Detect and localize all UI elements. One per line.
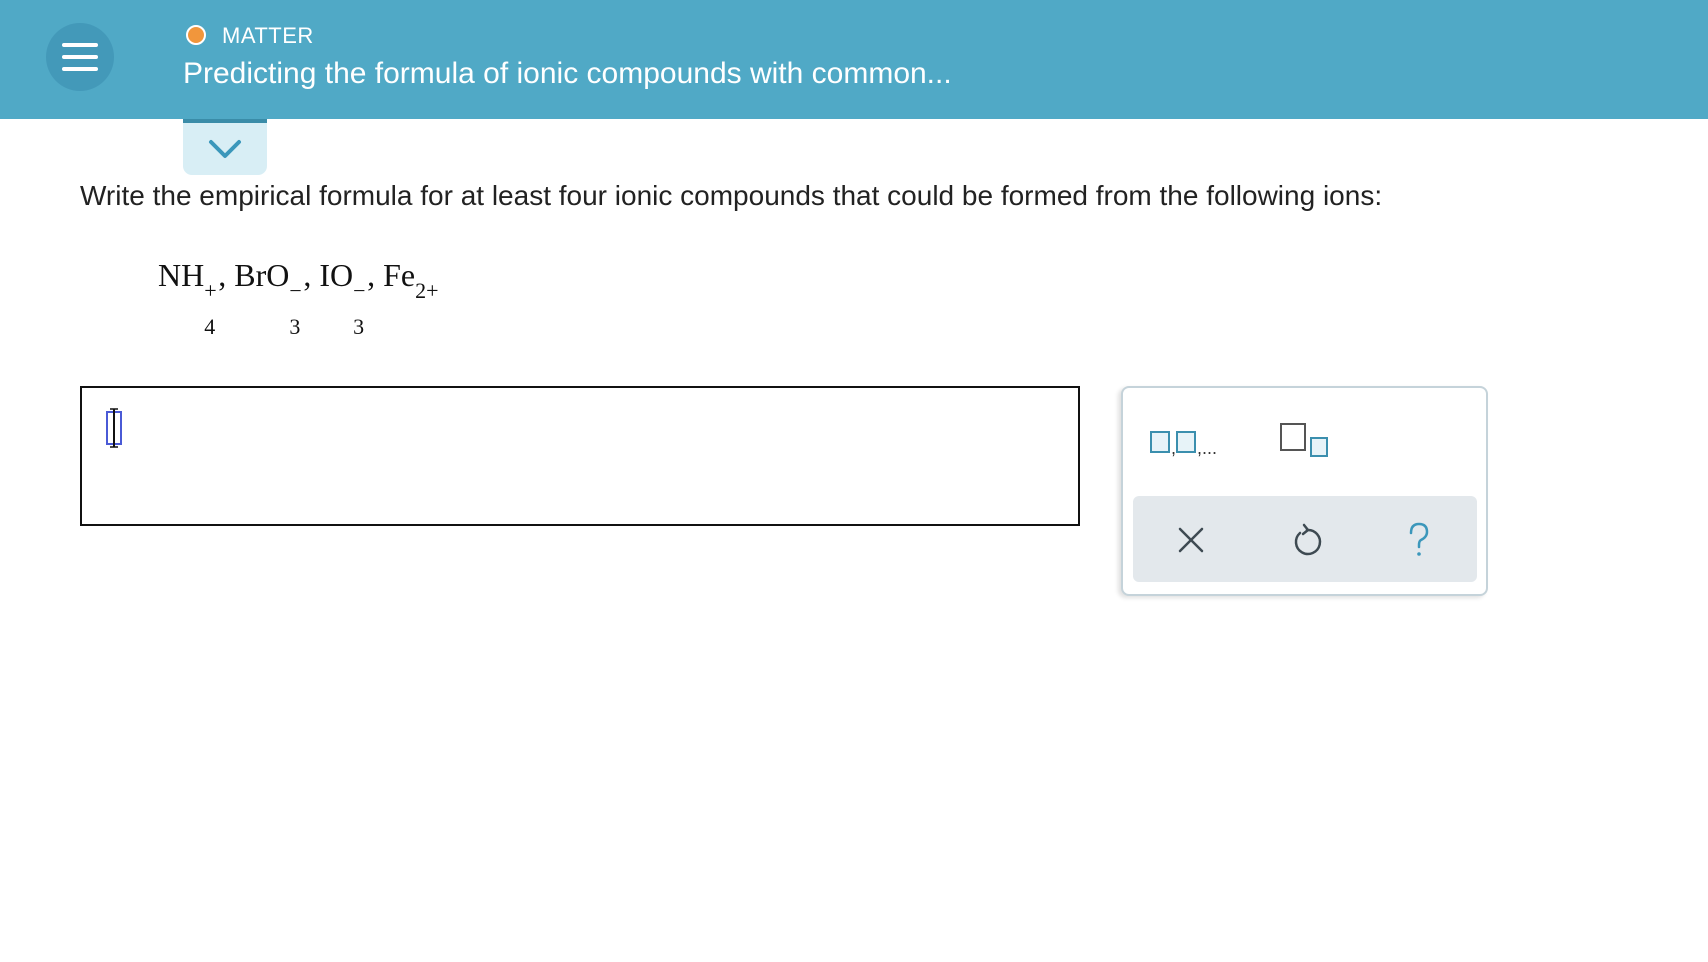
- question-prompt: Write the empirical formula for at least…: [80, 180, 1383, 211]
- ion-separator: ,: [367, 257, 376, 293]
- ion-iron: Fe 2+: [383, 240, 449, 310]
- action-bar: [1133, 496, 1477, 582]
- ion-bromate: BrO −3: [234, 240, 303, 339]
- ion-base: Fe: [383, 257, 416, 293]
- help-button[interactable]: [1397, 518, 1441, 562]
- hamburger-icon-bar: [62, 55, 98, 59]
- page-title: Predicting the formula of ionic compound…: [183, 57, 952, 90]
- undo-button[interactable]: [1285, 518, 1329, 562]
- text-cursor-icon: [106, 408, 122, 448]
- comma-list-icon: , ,...: [1150, 431, 1217, 458]
- undo-icon: [1294, 523, 1322, 556]
- ion-subscript: 3: [289, 314, 301, 339]
- svg-text:,...: ,...: [1197, 438, 1217, 458]
- ion-list: NH +4, BrO −3, IO −3, Fe 2+: [158, 240, 449, 339]
- superscript-button[interactable]: [1279, 420, 1335, 460]
- hamburger-icon: [62, 43, 98, 47]
- ion-base: NH: [158, 257, 205, 293]
- ion-base: BrO: [234, 257, 290, 293]
- topic-category: MATTER: [222, 23, 314, 48]
- ion-iodate: IO −3: [319, 240, 367, 339]
- hamburger-icon-bar: [62, 67, 98, 71]
- ion-subscript: 3: [353, 314, 365, 339]
- close-icon: [1178, 527, 1204, 553]
- superscript-box-icon: [1280, 423, 1328, 457]
- ion-separator: ,: [218, 257, 227, 293]
- expand-header-button[interactable]: [183, 119, 267, 175]
- clear-button[interactable]: [1169, 518, 1213, 562]
- ion-ammonium: NH +4: [158, 240, 218, 339]
- ion-subscript: 4: [204, 314, 216, 339]
- math-tool-panel: , ,...: [1121, 386, 1488, 596]
- chevron-down-icon: [209, 140, 241, 158]
- ion-base: IO: [319, 257, 354, 293]
- question-mark-icon: [1409, 522, 1429, 556]
- svg-text:,: ,: [1171, 438, 1176, 458]
- answer-input[interactable]: [80, 386, 1080, 526]
- ion-separator: ,: [303, 257, 312, 293]
- top-header: MATTER Predicting the formula of ionic c…: [0, 0, 1708, 119]
- menu-button[interactable]: [46, 23, 114, 91]
- comma-list-button[interactable]: , ,...: [1149, 426, 1225, 460]
- ion-charge: 2+: [415, 278, 439, 303]
- status-dot-icon: [186, 25, 206, 45]
